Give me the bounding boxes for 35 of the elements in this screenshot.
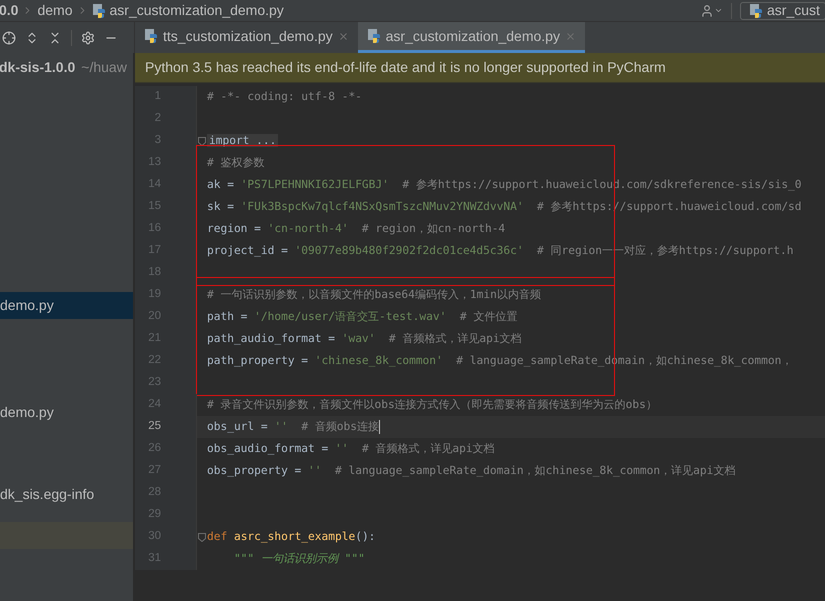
editor-tab[interactable]: tts_customization_demo.py (135, 22, 358, 53)
python-file-icon (92, 4, 106, 18)
python-file-icon (366, 29, 381, 43)
python-file-icon (749, 4, 763, 18)
fold-marker-icon[interactable] (198, 532, 206, 542)
settings-icon[interactable] (81, 30, 95, 44)
code-line: # 录音文件识别参数，音频文件以obs连接方式传入（即先需要将音频传送到华为云的obs） (206, 396, 657, 413)
run-configuration-button[interactable]: asr_cust (740, 2, 825, 20)
code-line: # 鉴权参数 (206, 154, 264, 171)
locate-icon[interactable] (2, 30, 16, 44)
tree-item[interactable]: demo.py (0, 399, 133, 426)
code-line: path = '/home/user/语音交互-test.wav' # 文件位置 (206, 308, 518, 325)
close-icon[interactable] (338, 30, 349, 42)
tree-item[interactable]: demo.py (0, 292, 133, 319)
breadcrumb-item[interactable]: demo (37, 0, 72, 21)
code-line: # 一句话识别参数，以音频文件的base64编码传入，1min以内音频 (206, 286, 541, 303)
project-root-path: ~/huaw (81, 58, 127, 76)
code-line: def asrc_short_example(): (206, 528, 376, 545)
warning-banner: Python 3.5 has reached its end-of-life date and it is no longer supported in PyCharm (135, 53, 825, 83)
code-line: obs_property = '' # language_sampleRate_domain，如chinese_8k_common，详见api文档 (206, 462, 736, 479)
code-line: obs_url = '' # 音频obs连接 (206, 418, 380, 436)
line-number: 25 (148, 419, 161, 434)
code-line: path_audio_format = 'wav' # 音频格式，详见api文档 (206, 330, 522, 347)
editor-tab[interactable]: asr_customization_demo.py (358, 22, 585, 53)
fold-marker-icon[interactable] (198, 136, 206, 146)
user-icon (700, 4, 714, 18)
code-line: """ 一句话识别示例 """ (232, 550, 365, 567)
user-menu-button[interactable] (700, 4, 723, 18)
code-line: region = 'cn-north-4' # region，如cn-north-4 (206, 220, 506, 237)
caret-icon (714, 6, 723, 15)
tree-item[interactable]: dk_sis.egg-info (0, 481, 133, 508)
code-line: # -*- coding: utf-8 -*- (206, 88, 362, 105)
code-line: obs_audio_format = '' # 音频格式，详见api文档 (206, 440, 495, 457)
python-file-icon (144, 29, 158, 43)
breadcrumb-item[interactable]: asr_customization_demo.py (110, 0, 284, 21)
